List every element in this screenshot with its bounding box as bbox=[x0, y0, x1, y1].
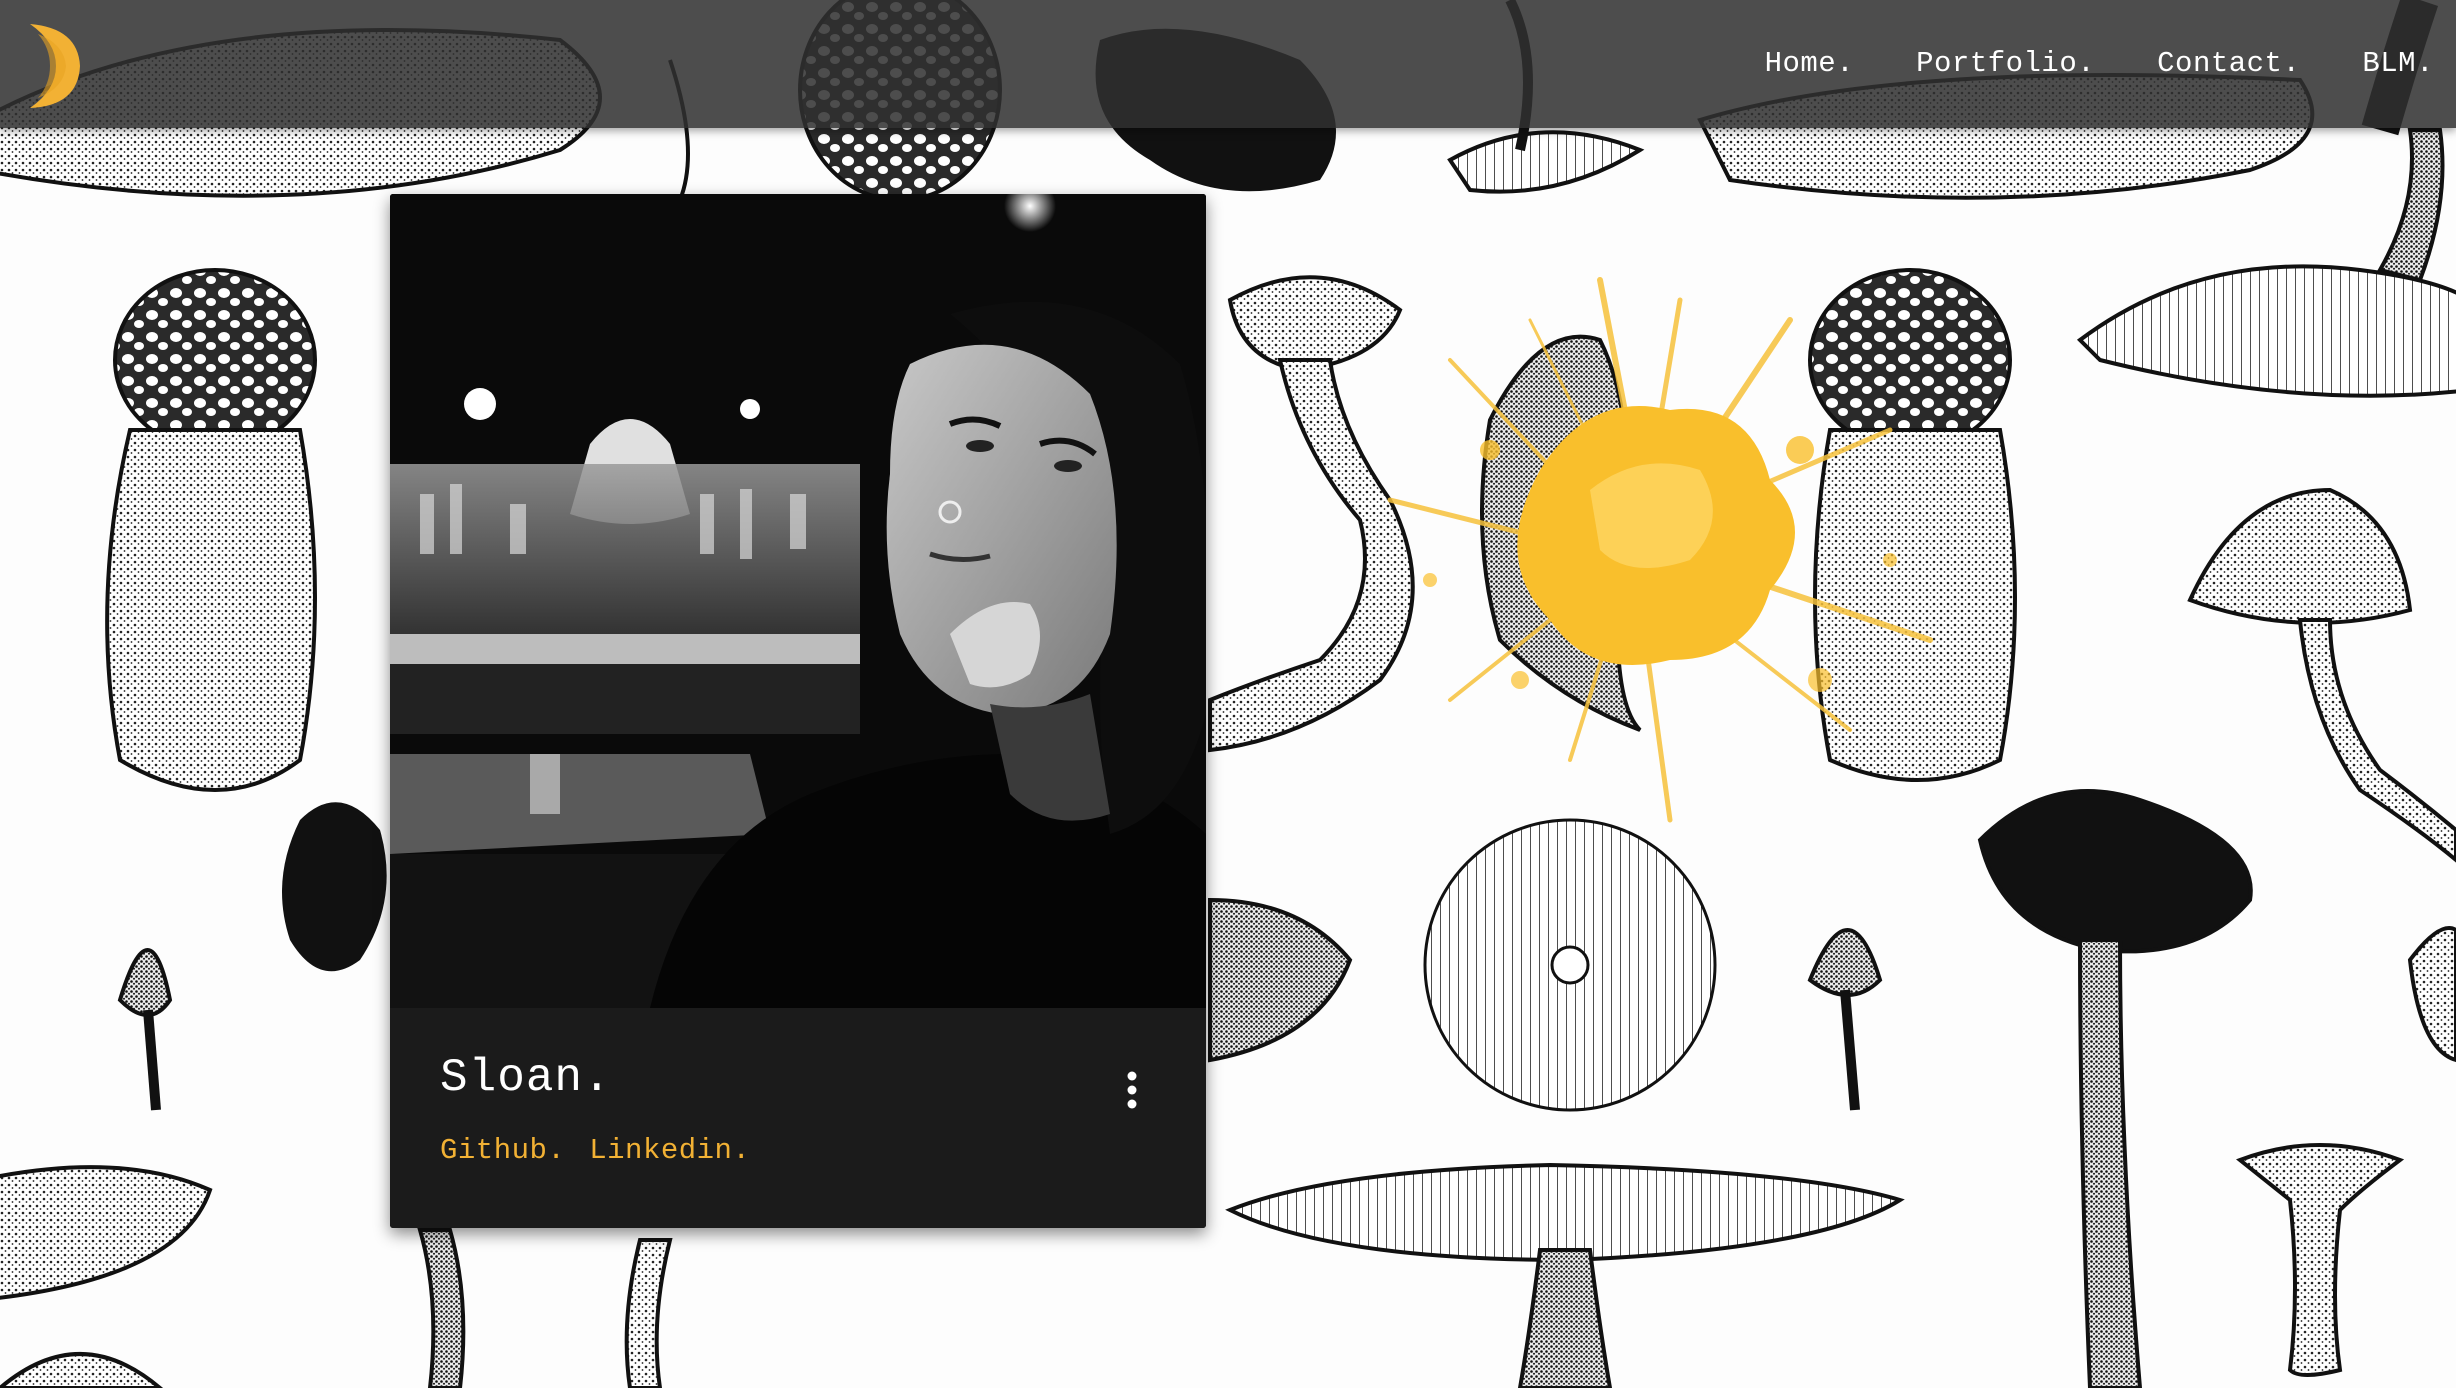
bar-counter bbox=[390, 634, 860, 664]
nav-link-blm[interactable]: BLM. bbox=[2322, 0, 2456, 128]
github-link[interactable]: Github. bbox=[440, 1134, 565, 1167]
profile-card: Sloan. Github. Linkedin. bbox=[390, 194, 1206, 1228]
nav-link-portfolio[interactable]: Portfolio. bbox=[1876, 0, 2117, 128]
card-body: Sloan. Github. Linkedin. bbox=[390, 1008, 1206, 1228]
yellow-paint-splash bbox=[1387, 277, 1933, 823]
left-small-cone bbox=[117, 948, 173, 1111]
crescent-moon-icon[interactable] bbox=[20, 20, 84, 112]
mushroom-pattern-background bbox=[0, 0, 2456, 1388]
profile-photo bbox=[390, 194, 1206, 1008]
right-tree bbox=[1977, 789, 2253, 1388]
linkedin-link[interactable]: Linkedin. bbox=[589, 1134, 750, 1167]
nav-link-home[interactable]: Home. bbox=[1725, 0, 1877, 128]
gill-fan-mushroom bbox=[1423, 818, 1717, 1112]
bottom-flat-cap bbox=[1225, 1162, 1905, 1388]
right-small-cone bbox=[1807, 928, 1883, 1111]
page: Home. Portfolio. Contact. BLM. Sloan. Gi… bbox=[0, 0, 2456, 1388]
navbar: Home. Portfolio. Contact. BLM. bbox=[0, 0, 2456, 128]
nav-links: Home. Portfolio. Contact. BLM. bbox=[1725, 0, 2456, 128]
nav-link-contact[interactable]: Contact. bbox=[2117, 0, 2322, 128]
center-bottom-mushroom bbox=[1208, 897, 1353, 1063]
splash-highlight bbox=[1590, 463, 1713, 568]
more-vert-icon[interactable] bbox=[1112, 1066, 1152, 1114]
left-bolete bbox=[105, 268, 317, 792]
right-parasol bbox=[2187, 487, 2456, 863]
card-title: Sloan. bbox=[440, 1052, 612, 1104]
left-tree bbox=[282, 802, 387, 972]
card-links: Github. Linkedin. bbox=[440, 1134, 756, 1167]
right-bottom-trumpet bbox=[2236, 926, 2456, 1377]
